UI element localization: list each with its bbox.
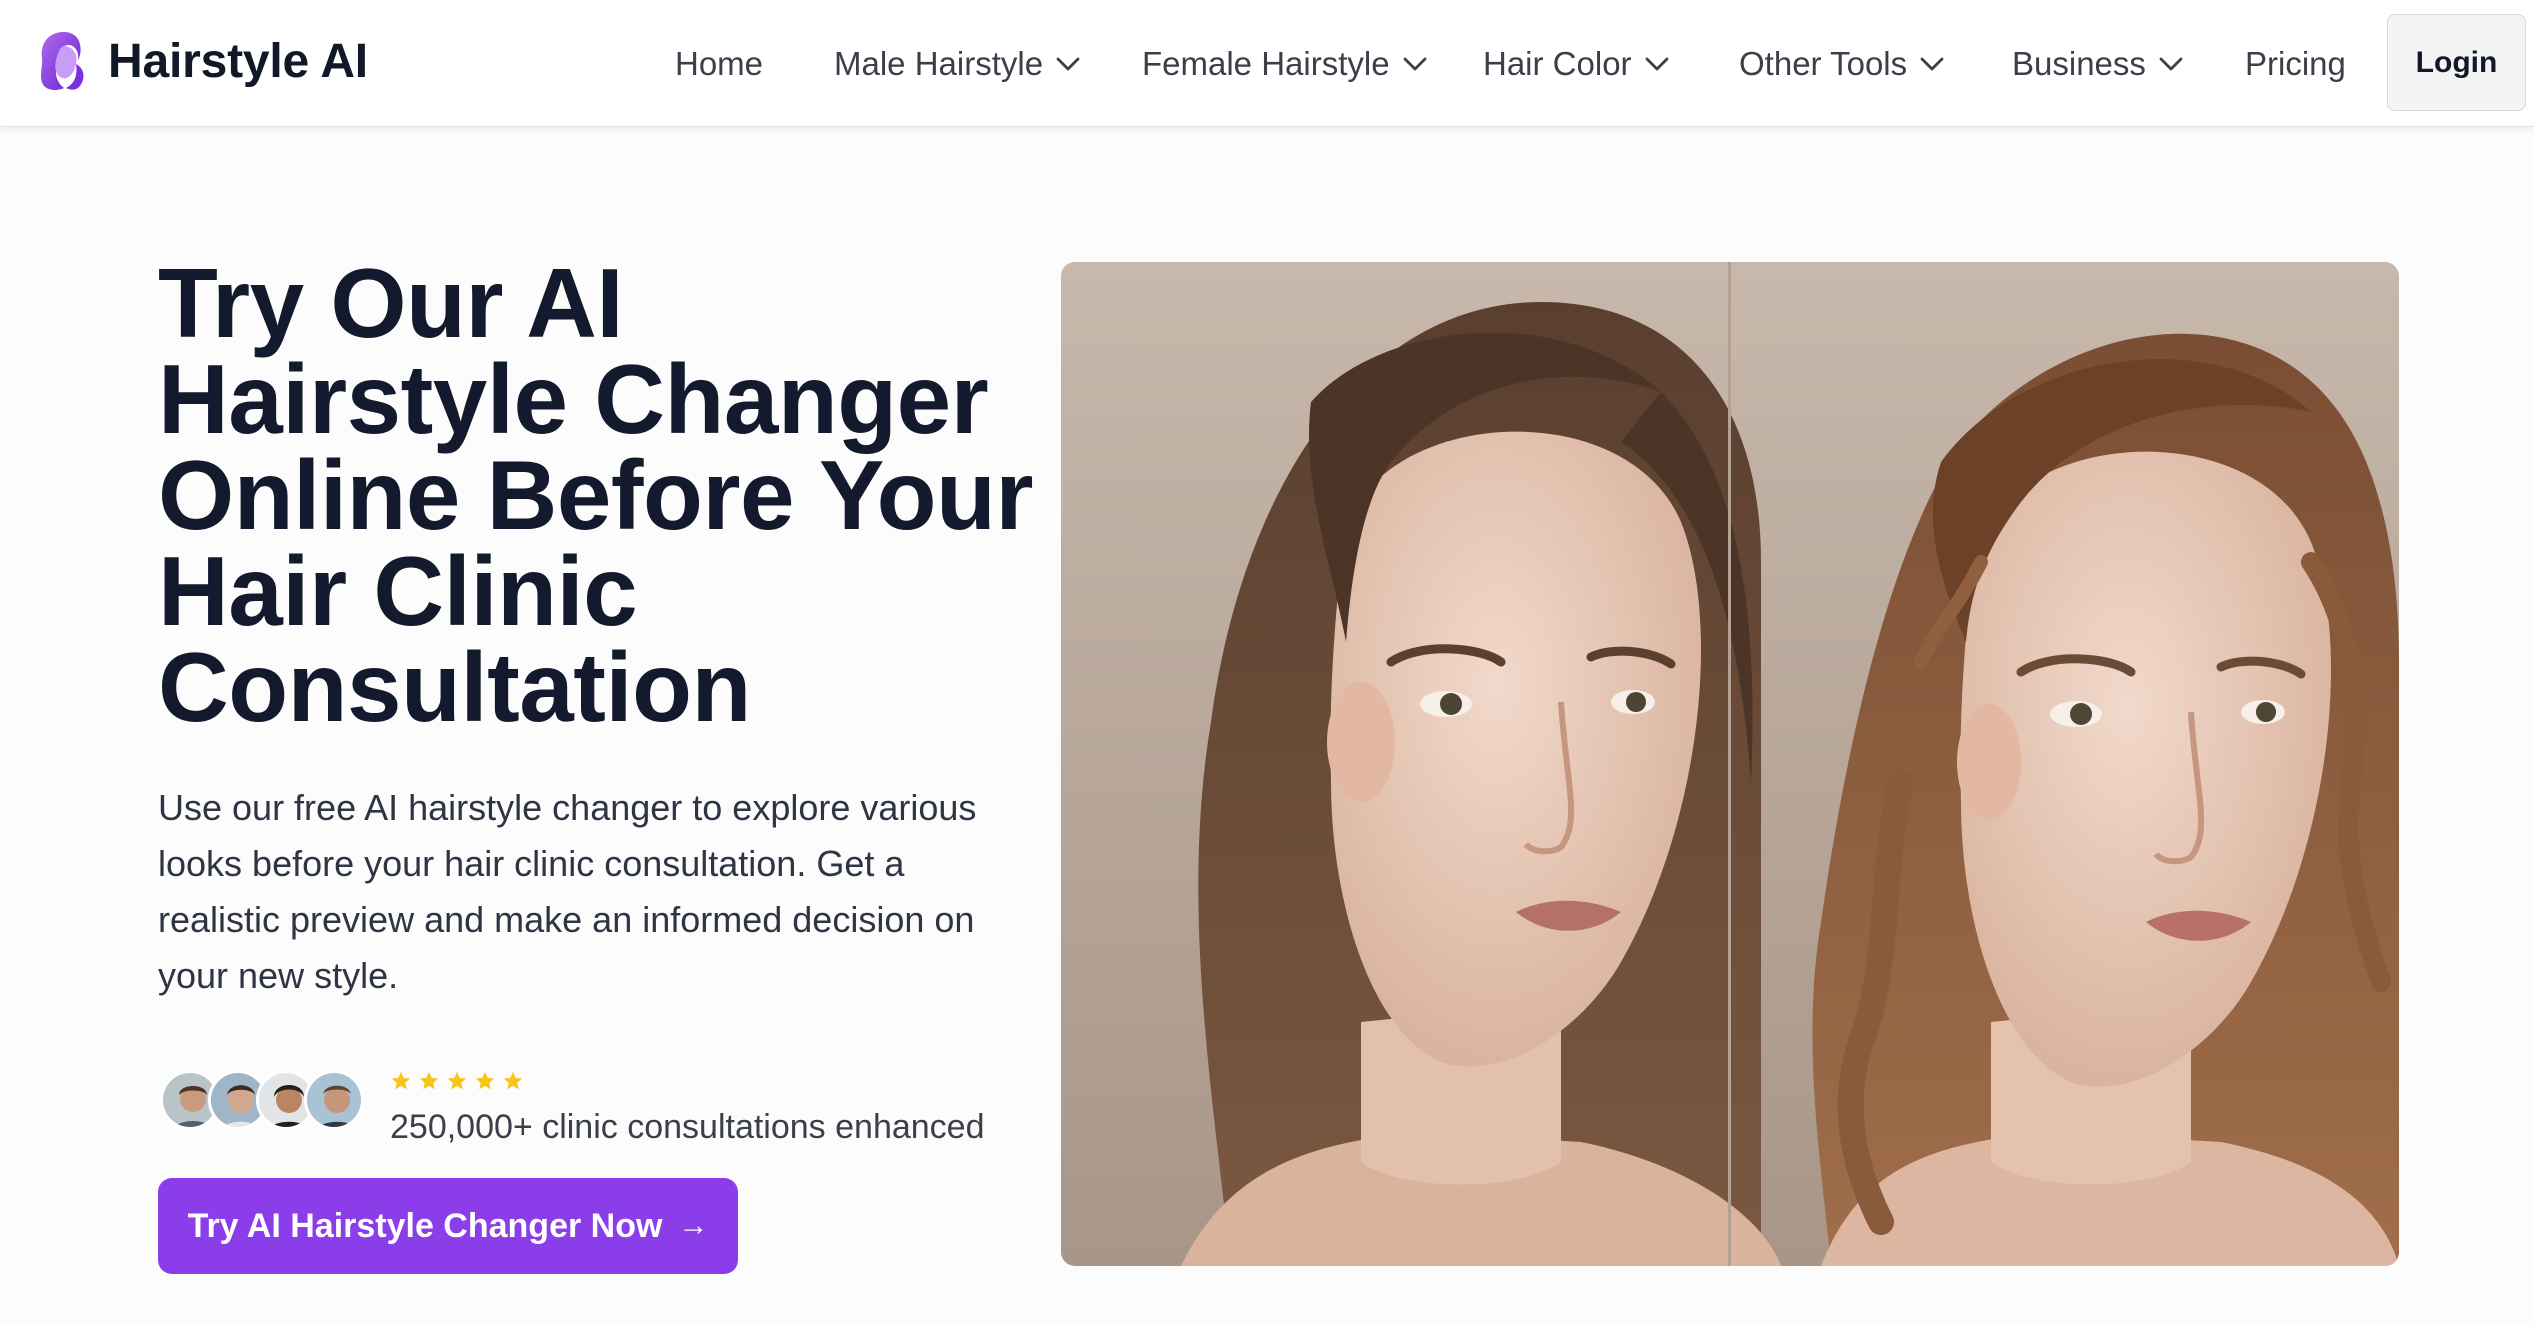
hero-description-line: realistic preview and make an informed d… <box>158 899 975 940</box>
hero-title-line: Hair Clinic <box>158 536 638 646</box>
before-after-illustration <box>1061 262 2399 1266</box>
star-icon <box>419 1071 439 1090</box>
chevron-down-icon <box>1403 57 1426 71</box>
hero-title: Try Our AI Hairstyle Changer Online Befo… <box>158 248 1058 742</box>
nav-pricing-label: Pricing <box>2245 45 2346 82</box>
site-header: Hairstyle AI Home Male Hairstyle Female … <box>0 0 2534 127</box>
hero-title-line: Online Before Your <box>158 440 1033 550</box>
nav-business[interactable]: Business <box>2012 36 2184 92</box>
chevron-down-icon <box>1645 57 1668 71</box>
arrow-right-icon: → <box>678 1209 709 1242</box>
nav-business-label: Business <box>2012 45 2146 82</box>
chevron-down-icon <box>1920 57 1944 71</box>
chevron-down-icon <box>2159 57 2183 71</box>
nav-male-hairstyle[interactable]: Male Hairstyle <box>834 36 1081 92</box>
hero-description-line: your new style. <box>158 955 399 996</box>
login-button[interactable]: Login <box>2387 14 2526 111</box>
brand-logo[interactable]: Hairstyle AI <box>34 28 368 94</box>
star-icon <box>475 1071 495 1090</box>
nav-hair-color[interactable]: Hair Color <box>1483 36 1670 92</box>
nav-home-label: Home <box>675 45 764 82</box>
nav-hair-color-label: Hair Color <box>1483 45 1632 82</box>
cta-label: Try AI Hairstyle Changer Now <box>187 1206 663 1245</box>
nav-other-tools[interactable]: Other Tools <box>1739 36 1945 92</box>
hero-title-line: Try Our AI <box>158 248 624 358</box>
nav-other-tools-label: Other Tools <box>1739 45 1908 82</box>
star-icon <box>447 1071 467 1090</box>
brand-name: Hairstyle AI <box>108 34 368 88</box>
hero-description-line: Use our free AI hairstyle changer to exp… <box>158 787 977 828</box>
nav-home[interactable]: Home <box>675 36 763 92</box>
hero-description-line: looks before your hair clinic consultati… <box>158 843 905 884</box>
customer-avatars <box>160 1070 370 1132</box>
try-hairstyle-changer-button[interactable]: Try AI Hairstyle Changer Now → <box>158 1178 738 1274</box>
social-proof-text: 250,000+ clinic consultations enhanced <box>390 1108 985 1146</box>
star-icon <box>503 1071 523 1090</box>
hero-description: Use our free AI hairstyle changer to exp… <box>158 780 1028 1004</box>
nav-male-hairstyle-label: Male Hairstyle <box>834 45 1044 82</box>
avatar <box>304 1070 364 1130</box>
chevron-down-icon <box>1056 57 1080 71</box>
nav-female-hairstyle-label: Female Hairstyle <box>1142 45 1390 82</box>
hero-title-line: Consultation <box>158 632 751 742</box>
rating-stars <box>390 1070 530 1092</box>
nav-female-hairstyle[interactable]: Female Hairstyle <box>1142 36 1428 92</box>
woman-hair-logo-icon <box>40 32 84 90</box>
star-icon <box>391 1071 411 1090</box>
before-after-portrait-image <box>1061 262 2399 1266</box>
hero-title-line: Hairstyle Changer <box>158 344 989 454</box>
nav-pricing[interactable]: Pricing <box>2245 36 2346 92</box>
